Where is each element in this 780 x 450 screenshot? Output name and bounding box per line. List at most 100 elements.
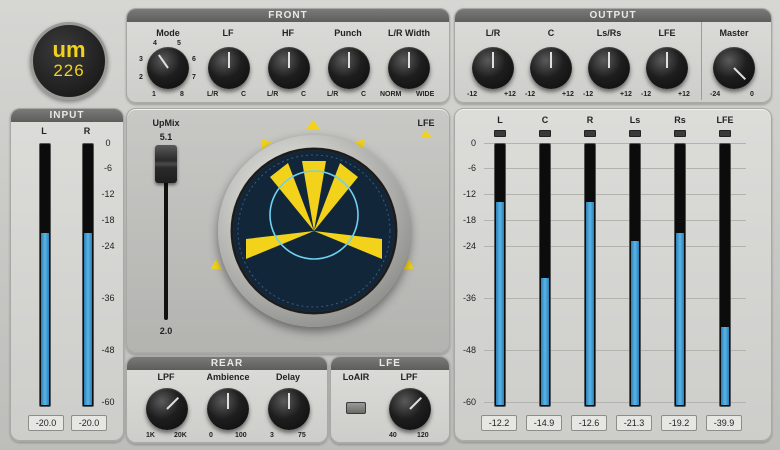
rear-ambience-knob[interactable] — [207, 388, 249, 430]
output-meter-lfe — [719, 143, 731, 407]
rear-delay-knob[interactable] — [268, 388, 310, 430]
out-lr-knob[interactable] — [472, 47, 514, 89]
punch-label: Punch — [334, 28, 362, 38]
input-l-value: -20.0 — [28, 415, 64, 431]
mode-mark-7: 7 — [192, 74, 196, 81]
speaker-c-arrow — [306, 120, 320, 129]
punch-max: C — [361, 91, 367, 98]
front-header: FRONT — [127, 9, 449, 22]
input-scale-tick: -6 — [103, 163, 112, 173]
output-meter-fill — [586, 202, 594, 405]
lr-width-label: L/R Width — [388, 28, 430, 38]
um226-logo: UM 226 — [30, 22, 108, 100]
out-c-knob[interactable] — [530, 47, 572, 89]
output-meter-fill — [496, 202, 504, 405]
lf-max: C — [241, 91, 247, 98]
rear-lpf-knob[interactable] — [146, 388, 188, 430]
output-scale-tick: -18 — [462, 215, 476, 225]
out-lsrs-max: +12 — [620, 91, 632, 98]
clip-led[interactable] — [584, 130, 596, 137]
master-max: 0 — [750, 91, 754, 98]
input-scale-tick: -24 — [101, 241, 115, 251]
output-meter-value: -14.9 — [526, 415, 562, 431]
lf-min: L/R — [207, 91, 219, 98]
input-scale-tick: -18 — [101, 215, 115, 225]
clip-led[interactable] — [629, 130, 641, 137]
master-min: -24 — [710, 91, 721, 98]
output-scale-tick: -6 — [467, 163, 476, 173]
output-scale-tick: -12 — [462, 189, 476, 199]
output-meter-fill — [676, 233, 684, 405]
input-meter-fill — [84, 233, 92, 405]
output-meter-value: -39.9 — [706, 415, 742, 431]
rear-ambience-max: 100 — [235, 432, 247, 439]
output-meter-l — [494, 143, 506, 407]
mode-mark-4: 4 — [153, 40, 157, 47]
mode-knob[interactable] — [147, 47, 189, 89]
output-divider — [701, 22, 702, 100]
input-r-label: R — [83, 126, 91, 136]
loair-label: LoAIR — [342, 372, 370, 382]
lr-width-max: WIDE — [416, 91, 435, 98]
lfe-lpf-max: 120 — [417, 432, 429, 439]
mode-label: Mode — [156, 28, 180, 38]
output-grid-line — [484, 168, 746, 169]
output-meter-ls — [629, 143, 641, 407]
input-scale-tick: -36 — [101, 293, 115, 303]
punch-knob[interactable] — [328, 47, 370, 89]
output-meter-rs — [674, 143, 686, 407]
master-label: Master — [719, 28, 749, 38]
out-c-min: -12 — [525, 91, 536, 98]
lfe-header: LFE — [331, 357, 449, 370]
lfe-lpf-label: LPF — [400, 372, 418, 382]
mode-mark-8: 8 — [180, 91, 184, 98]
logo-model: 226 — [53, 61, 85, 80]
rear-delay-label: Delay — [275, 372, 301, 382]
input-meter-r — [82, 143, 94, 407]
master-knob[interactable] — [713, 47, 755, 89]
out-lr-min: -12 — [467, 91, 478, 98]
input-meter-fill — [41, 233, 49, 405]
input-scale-tick: -12 — [101, 189, 115, 199]
upmix-slider-handle[interactable] — [155, 145, 177, 183]
out-lfe-knob[interactable] — [646, 47, 688, 89]
clip-led[interactable] — [539, 130, 551, 137]
clip-led[interactable] — [674, 130, 686, 137]
output-meter-value: -21.3 — [616, 415, 652, 431]
output-grid-line — [484, 143, 746, 144]
lfe-lpf-min: 40 — [389, 432, 397, 439]
output-scale-tick: -48 — [462, 345, 476, 355]
input-scale-tick: -48 — [101, 345, 115, 355]
input-scale-tick: 0 — [105, 138, 111, 148]
lf-label: LF — [222, 28, 234, 38]
output-meter-fill — [541, 278, 549, 405]
punch-min: L/R — [327, 91, 339, 98]
surround-scope — [218, 135, 410, 327]
loair-toggle[interactable] — [346, 402, 366, 414]
hf-knob[interactable] — [268, 47, 310, 89]
rear-ambience-min: 0 — [209, 432, 213, 439]
lr-width-knob[interactable] — [388, 47, 430, 89]
lfe-lpf-knob[interactable] — [389, 388, 431, 430]
output-meter-value: -19.2 — [661, 415, 697, 431]
clip-led[interactable] — [494, 130, 506, 137]
mode-mark-2: 2 — [139, 74, 143, 81]
clip-led[interactable] — [719, 130, 731, 137]
out-lsrs-knob[interactable] — [588, 47, 630, 89]
input-l-label: L — [41, 126, 47, 136]
rear-ambience-label: Ambience — [206, 372, 250, 382]
output-meter-label: Rs — [674, 115, 686, 125]
upmix-top-value: 5.1 — [159, 132, 173, 142]
hf-min: L/R — [267, 91, 279, 98]
lf-knob[interactable] — [208, 47, 250, 89]
output-scale-tick: 0 — [470, 138, 476, 148]
upmix-slider-track[interactable] — [164, 160, 168, 320]
hf-label: HF — [282, 28, 294, 38]
output-header: OUTPUT — [455, 9, 771, 22]
input-r-value: -20.0 — [71, 415, 107, 431]
upmix-label: UpMix — [152, 118, 180, 128]
lfe-indicator-label: LFE — [417, 118, 435, 128]
output-meter-label: L — [497, 115, 503, 125]
rear-lpf-label: LPF — [157, 372, 175, 382]
output-meter-r — [584, 143, 596, 407]
